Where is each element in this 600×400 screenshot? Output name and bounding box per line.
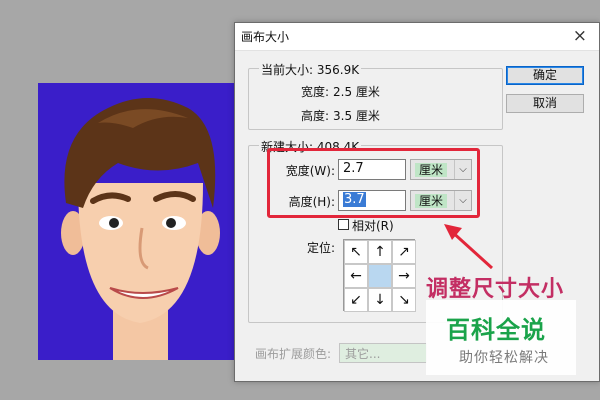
- watermark-title: 百科全说: [446, 316, 546, 344]
- watermark: 百科全说 助你轻松解决: [426, 300, 576, 375]
- annotation-text: 调整尺寸大小: [426, 277, 565, 302]
- watermark-subtitle: 助你轻松解决: [459, 350, 549, 366]
